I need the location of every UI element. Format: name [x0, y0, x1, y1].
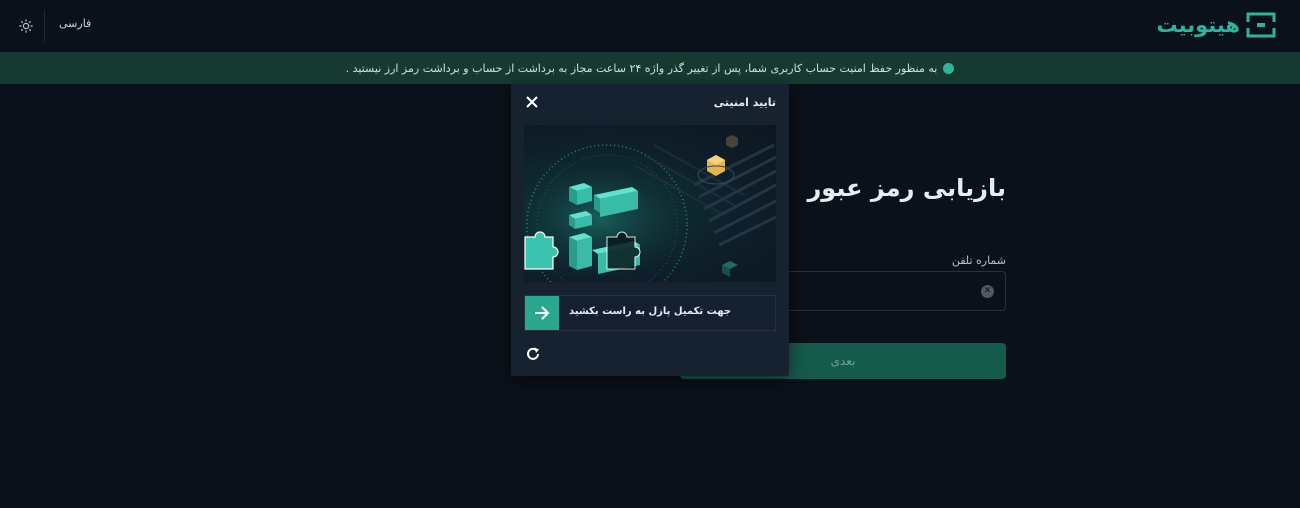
puzzle-slider-track[interactable]: جهت تکمیل پازل به راست بکشید	[524, 295, 776, 331]
puzzle-image	[524, 125, 776, 282]
banner-text: به منظور حفظ امنیت حساب کاربری شما، پس ا…	[345, 61, 938, 75]
phone-label: شماره تلفن	[951, 254, 1006, 267]
slider-instruction: جهت تکمیل پازل به راست بکشید	[569, 306, 732, 317]
header-divider	[44, 10, 45, 42]
page-title: بازیابی رمز عبور	[807, 174, 1006, 202]
security-captcha-modal: تایید امنیتی جهت تکمیل پازل به راست بکشی…	[511, 84, 789, 376]
modal-title: تایید امنیتی	[713, 96, 776, 109]
slider-handle[interactable]	[525, 296, 559, 330]
brand-logo[interactable]: هیتوبیت	[1156, 10, 1276, 40]
top-header: فارسی هیتوبیت	[0, 0, 1300, 52]
refresh-icon[interactable]	[525, 346, 541, 362]
language-selector[interactable]: فارسی	[59, 17, 91, 30]
info-icon	[943, 62, 955, 74]
security-notice-banner: به منظور حفظ امنیت حساب کاربری شما، پس ا…	[0, 52, 1300, 84]
clear-icon[interactable]: ✕	[981, 285, 994, 298]
logo-text: هیتوبیت	[1156, 13, 1240, 37]
logo-mark-icon	[1246, 12, 1276, 38]
arrow-right-icon	[535, 306, 550, 320]
close-icon[interactable]	[525, 95, 539, 109]
sun-icon[interactable]	[16, 16, 36, 36]
